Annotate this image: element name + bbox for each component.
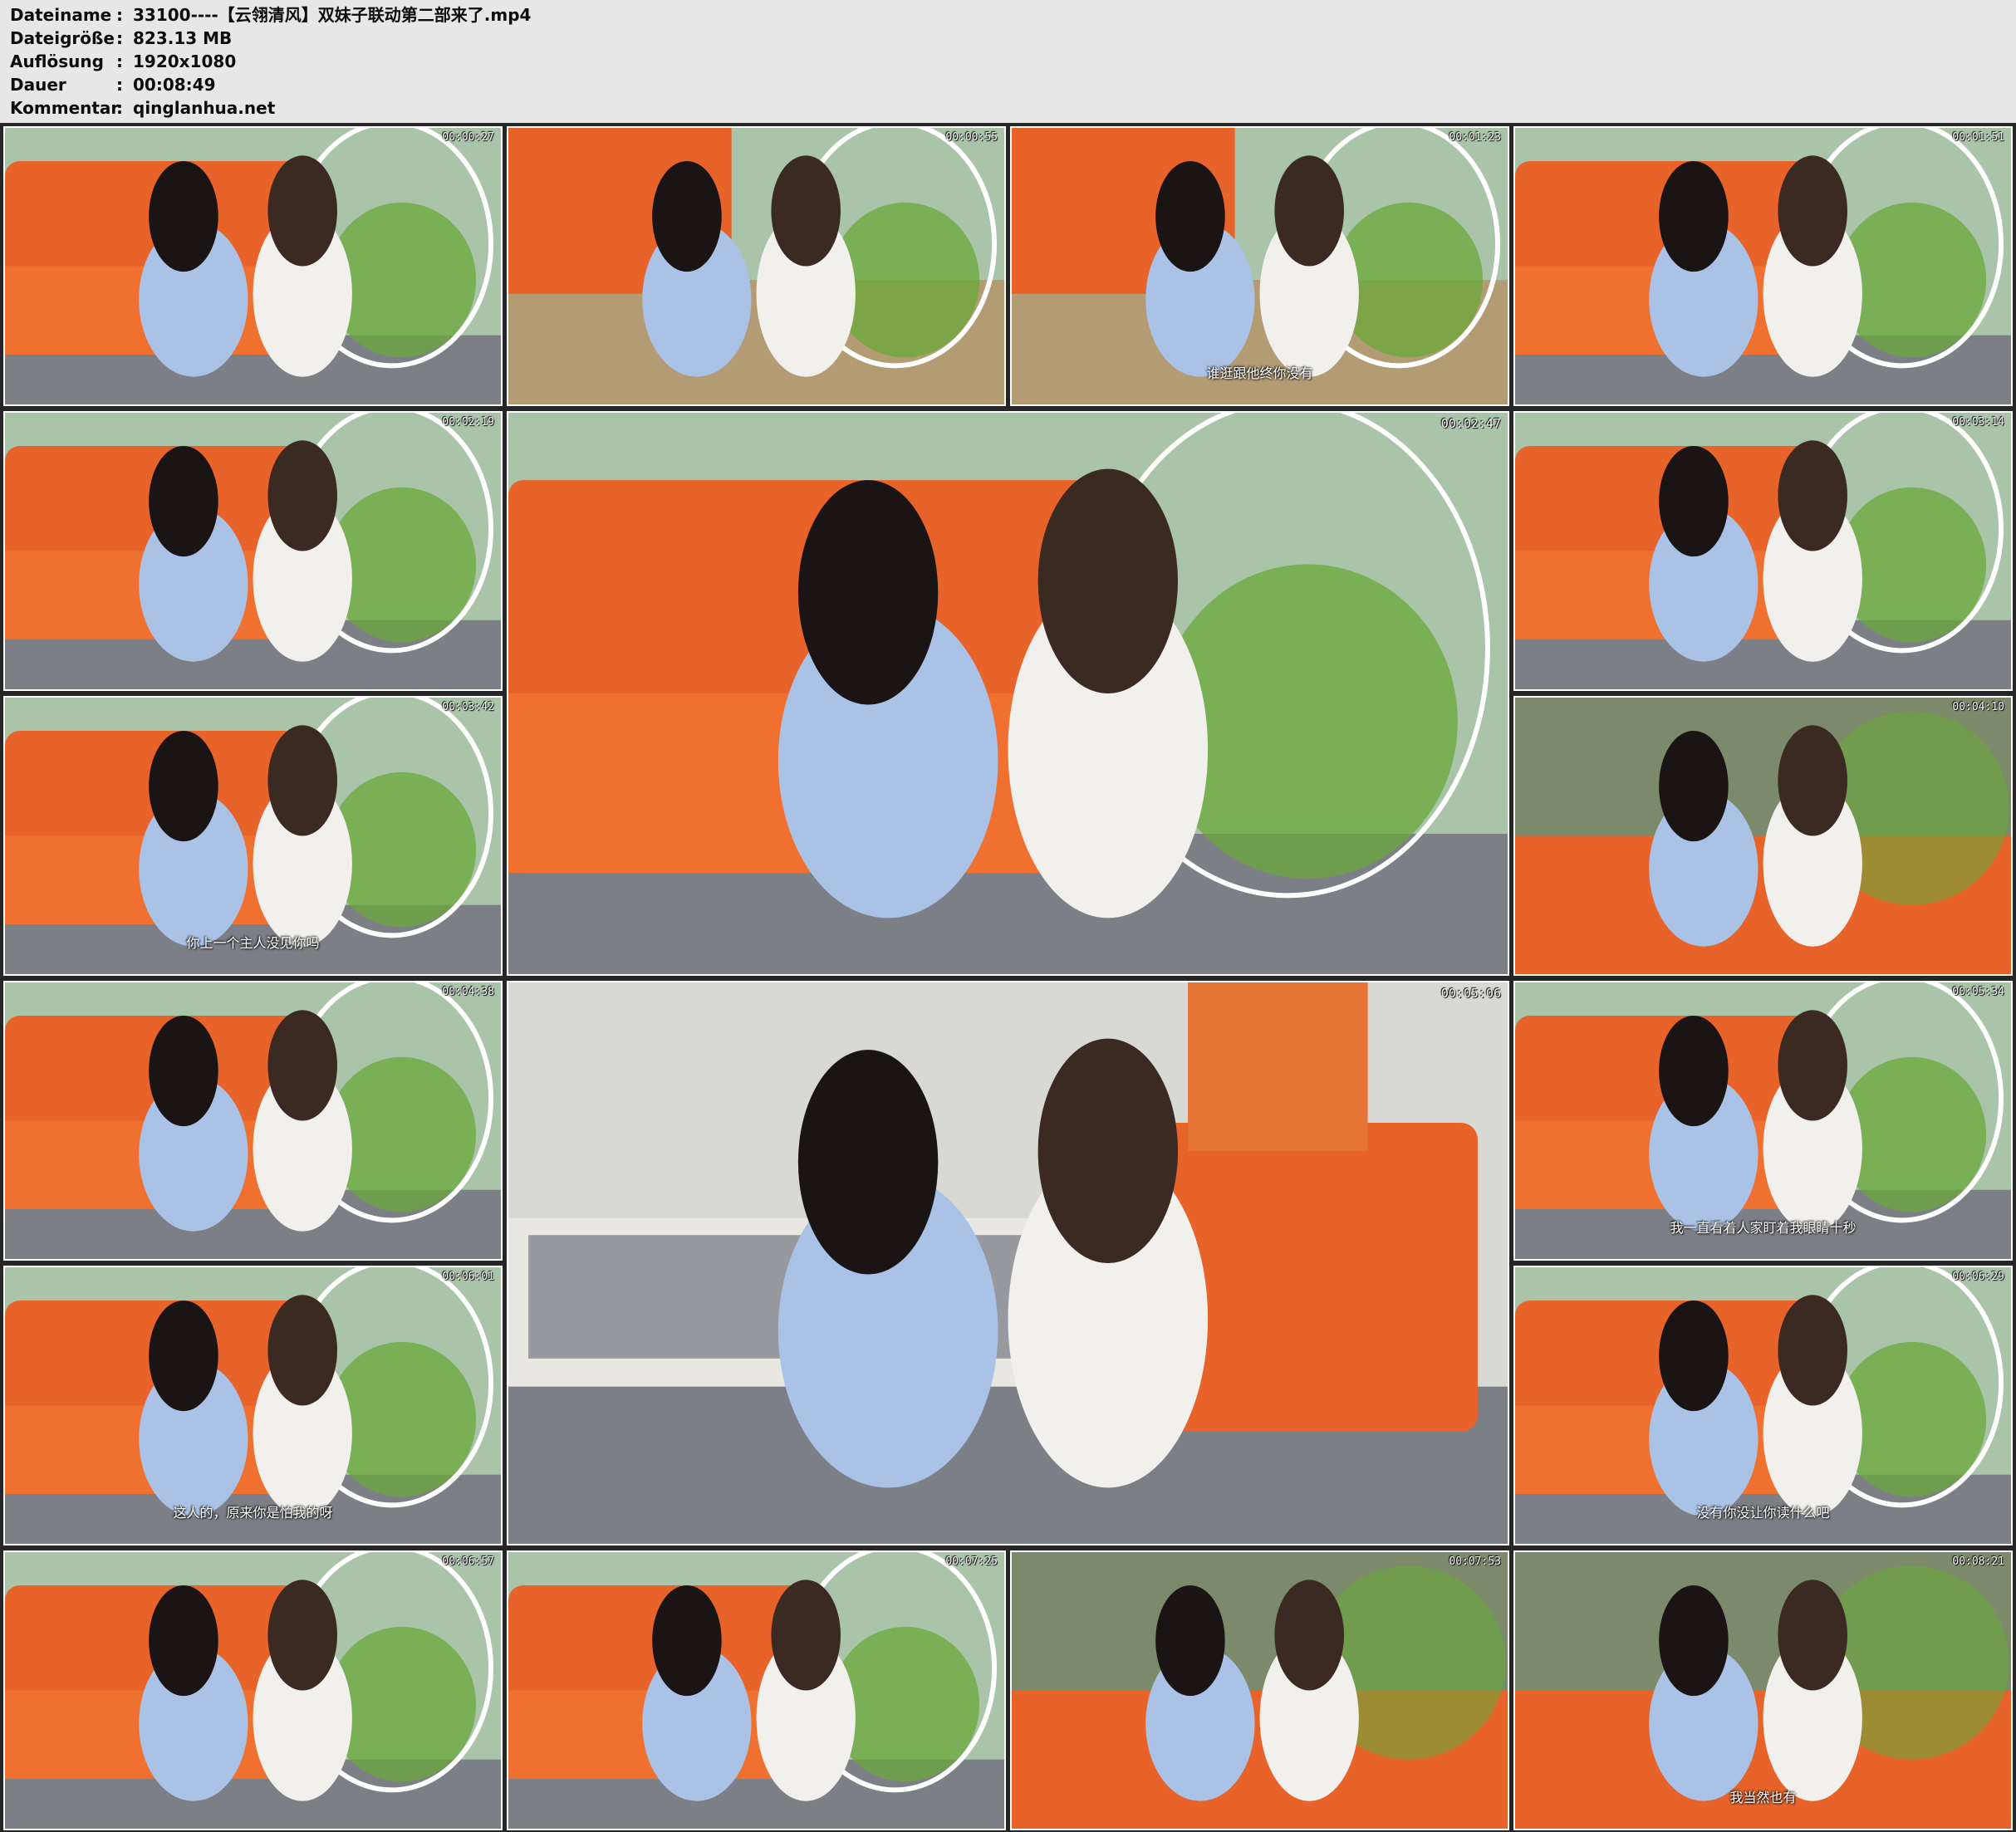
- thumbnail-timestamp: 00:05:06: [1440, 986, 1501, 1001]
- thumbnail-frame-image: [508, 982, 1508, 1544]
- thumbnail-frame-image: [1515, 698, 2011, 974]
- thumbnail-frame-image: [5, 128, 501, 404]
- filesize-row: Dateigröße:823.13 MB: [10, 27, 232, 50]
- comment-value: qinglanhua.net: [133, 98, 276, 118]
- thumbnail-frame-image: [1515, 413, 2011, 689]
- duration-label: Dauer: [10, 75, 66, 95]
- thumbnail-frame-image: [508, 128, 1004, 404]
- thumbnail-timestamp: 00:04:38: [442, 986, 494, 998]
- resolution-label: Auflösung: [10, 51, 104, 71]
- filename-value: 33100----【云翎清风】双妹子联动第二部来了.mp4: [133, 5, 532, 25]
- filesize-label: Dateigröße: [10, 28, 115, 48]
- thumbnail-frame-image: [508, 413, 1508, 974]
- video-thumbnail: 00:08:21 我当然也有: [1513, 1550, 2013, 1830]
- thumbnail-timestamp: 00:06:01: [442, 1271, 494, 1283]
- thumbnail-subtitle: 这人的，原来你是怕我的呀: [173, 1505, 333, 1521]
- thumbnail-subtitle: 我当然也有: [1729, 1790, 1797, 1806]
- file-info-header: Dateiname:33100----【云翎清风】双妹子联动第二部来了.mp4 …: [0, 0, 2016, 123]
- thumbnail-grid: 00:00:27 00:00:55 00:01:23 谁逛跟他终你没有 00:01:51…: [0, 123, 2016, 1832]
- thumbnail-frame-image: [5, 413, 501, 689]
- resolution-separator: :: [116, 51, 123, 71]
- video-thumbnail: 00:00:55: [507, 126, 1006, 406]
- thumbnail-frame-image: [1515, 128, 2011, 404]
- thumbnail-timestamp: 00:01:51: [1952, 131, 2004, 144]
- thumbnail-timestamp: 00:04:10: [1952, 701, 2004, 713]
- thumbnail-timestamp: 00:08:21: [1952, 1555, 2004, 1568]
- thumbnail-subtitle: 谁逛跟他终你没有: [1206, 365, 1313, 382]
- thumbnail-timestamp: 00:07:53: [1449, 1555, 1501, 1568]
- video-thumbnail: 00:05:06: [507, 981, 1509, 1545]
- thumbnail-subtitle: 你上一个主人没见你吗: [186, 935, 320, 952]
- duration-separator: :: [116, 75, 123, 95]
- thumbnail-timestamp: 00:02:47: [1440, 416, 1501, 431]
- filesize-separator: :: [116, 28, 123, 48]
- filesize-value: 823.13 MB: [133, 28, 233, 48]
- filename-separator: :: [116, 5, 123, 25]
- thumbnail-timestamp: 00:03:42: [442, 701, 494, 713]
- thumbnail-timestamp: 00:06:57: [442, 1555, 494, 1568]
- video-thumbnail: 00:06:29 没有你没让你读什么吧: [1513, 1266, 2013, 1545]
- thumbnail-timestamp: 00:03:14: [1952, 416, 2004, 429]
- video-thumbnail: 00:07:53: [1010, 1550, 1509, 1830]
- video-thumbnail: 00:05:34 我一直看着人家盯着我眼睛十秒: [1513, 981, 2013, 1261]
- video-thumbnail: 00:02:47: [507, 411, 1509, 976]
- video-thumbnail: 00:00:27: [3, 126, 503, 406]
- video-thumbnail: 00:01:51: [1513, 126, 2013, 406]
- video-thumbnail: 00:04:38: [3, 981, 503, 1261]
- thumbnail-timestamp: 00:06:29: [1952, 1271, 2004, 1283]
- video-thumbnail: 00:03:14: [1513, 411, 2013, 691]
- video-thumbnail: 00:02:19: [3, 411, 503, 691]
- thumbnail-timestamp: 00:05:34: [1952, 986, 2004, 998]
- filename-label: Dateiname: [10, 5, 112, 25]
- duration-row: Dauer:00:08:49: [10, 73, 216, 96]
- video-thumbnail: 00:06:01 这人的，原来你是怕我的呀: [3, 1266, 503, 1545]
- resolution-value: 1920x1080: [133, 51, 237, 71]
- thumbnail-frame-image: [5, 1552, 501, 1829]
- thumbnail-subtitle: 没有你没让你读什么吧: [1696, 1505, 1830, 1521]
- duration-value: 00:08:49: [133, 75, 216, 95]
- thumbnail-subtitle: 我一直看着人家盯着我眼睛十秒: [1670, 1220, 1857, 1237]
- video-thumbnail: 00:01:23 谁逛跟他终你没有: [1010, 126, 1509, 406]
- thumbnail-timestamp: 00:00:55: [945, 131, 998, 144]
- video-thumbnail: 00:04:10: [1513, 696, 2013, 976]
- thumbnail-timestamp: 00:07:25: [945, 1555, 998, 1568]
- thumbnail-frame-image: [5, 982, 501, 1259]
- thumbnail-frame-image: [1012, 1552, 1508, 1829]
- thumbnail-timestamp: 00:01:23: [1449, 131, 1501, 144]
- video-thumbnail: 00:07:25: [507, 1550, 1006, 1830]
- thumbnail-frame-image: [508, 1552, 1004, 1829]
- resolution-row: Auflösung:1920x1080: [10, 50, 236, 73]
- comment-separator: :: [116, 98, 123, 118]
- video-thumbnail: 00:03:42 你上一个主人没见你吗: [3, 696, 503, 976]
- thumbnail-timestamp: 00:02:19: [442, 416, 494, 429]
- comment-label: Kommentar: [10, 98, 120, 118]
- video-thumbnail: 00:06:57: [3, 1550, 503, 1830]
- comment-row: Kommentar: qinglanhua.net: [10, 96, 275, 120]
- filename-row: Dateiname:33100----【云翎清风】双妹子联动第二部来了.mp4: [10, 3, 531, 27]
- thumbnail-timestamp: 00:00:27: [442, 131, 494, 144]
